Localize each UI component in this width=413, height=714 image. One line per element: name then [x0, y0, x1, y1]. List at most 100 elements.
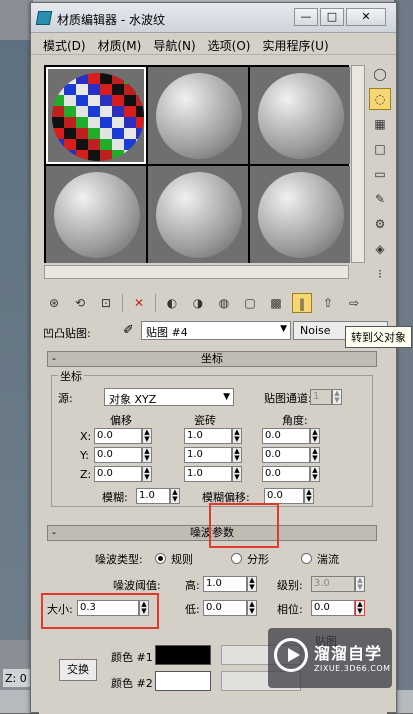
menu-navigation[interactable]: 导航(N)	[153, 37, 195, 53]
backlight-icon[interactable]: ◌	[369, 88, 391, 110]
swap-button[interactable]: 交换	[59, 659, 97, 681]
make-preview-icon[interactable]: ✎	[369, 188, 391, 210]
offset-spinner[interactable]: 0.0 ▲ ▼	[94, 466, 152, 482]
checker-cell	[100, 128, 112, 139]
axis-label: Y:	[80, 449, 89, 462]
checker-cell	[76, 117, 88, 128]
sample-slot-5[interactable]	[148, 166, 248, 263]
highlight-box-noise-params	[209, 503, 279, 548]
show-map-icon[interactable]: ▩	[266, 293, 286, 313]
map-name-field[interactable]: 贴图 #4 ▼	[141, 321, 291, 340]
blur-label: 模糊:	[102, 491, 128, 504]
angle-spinner[interactable]: 0.0 ▲ ▼	[262, 447, 320, 463]
color2-swatch[interactable]	[155, 671, 211, 691]
put-to-library-icon[interactable]: ◍	[214, 293, 234, 313]
angle-spinner[interactable]: 0.0 ▲ ▼	[262, 428, 320, 444]
blur-offset-spinner[interactable]: 0.0 ▲ ▼	[264, 488, 314, 504]
sample-slot-6[interactable]	[250, 166, 350, 263]
low-label: 低:	[185, 603, 200, 616]
background-icon[interactable]: ▦	[369, 113, 391, 135]
minimize-button[interactable]: —	[294, 8, 318, 26]
noise-type-turbulence-radio[interactable]	[301, 553, 312, 564]
map-name-value: 贴图 #4	[146, 326, 188, 339]
noise-type-fractal-radio[interactable]	[231, 553, 242, 564]
checker-cell	[124, 139, 136, 150]
menu-mode[interactable]: 模式(D)	[43, 37, 86, 53]
menu-utilities[interactable]: 实用程序(U)	[262, 37, 328, 53]
checker-cell	[52, 117, 64, 128]
slots-horizontal-scrollbar[interactable]	[44, 265, 349, 279]
source-select[interactable]: 对象 XYZ ▼	[104, 388, 234, 406]
window-title: 材质编辑器 - 水波纹	[57, 13, 165, 27]
get-material-icon[interactable]: ⊛	[44, 293, 64, 313]
eyedropper-icon[interactable]: ✐	[123, 323, 134, 338]
reset-map-icon[interactable]: ✕	[129, 293, 149, 313]
sample-type-icon[interactable]: ◯	[369, 63, 391, 85]
checker-cell	[112, 150, 124, 161]
close-button[interactable]: ✕	[346, 8, 386, 26]
offset-spinner[interactable]: 0.0 ▲ ▼	[94, 428, 152, 444]
maximize-button[interactable]: □	[320, 8, 344, 26]
select-by-material-icon[interactable]: ◈	[369, 238, 391, 260]
uv-tiling-icon[interactable]: □	[369, 138, 391, 160]
high-spinner[interactable]: 1.0 ▲ ▼	[203, 576, 257, 592]
low-value: 0.0	[206, 602, 222, 613]
sample-slot-2[interactable]	[148, 67, 248, 164]
checker-cell	[124, 128, 136, 139]
tiling-spinner-value: 1.0	[187, 468, 203, 479]
checker-cell	[88, 95, 100, 106]
show-end-result-icon[interactable]: ‖	[292, 293, 312, 313]
checker-cell	[100, 95, 112, 106]
toolbar-separator	[155, 294, 156, 312]
axis-label: X:	[80, 430, 91, 443]
checker-cell	[136, 106, 144, 117]
noise-type-regular-radio[interactable]	[155, 553, 166, 564]
checker-cell	[124, 117, 136, 128]
slots-vertical-scrollbar[interactable]	[351, 65, 365, 263]
tiling-spinner-value: 1.0	[187, 430, 203, 441]
tiling-spinner[interactable]: 1.0 ▲ ▼	[184, 447, 242, 463]
video-color-icon[interactable]: ▭	[369, 163, 391, 185]
tiling-spinner[interactable]: 1.0 ▲ ▼	[184, 466, 242, 482]
tiling-spinner[interactable]: 1.0 ▲ ▼	[184, 428, 242, 444]
axis-label-value: X:	[80, 430, 92, 443]
menu-options[interactable]: 选项(O)	[208, 37, 251, 53]
checker-cell	[100, 106, 112, 117]
put-to-scene-icon[interactable]: ⟲	[70, 293, 90, 313]
noise-threshold-label: 噪波阈值:	[113, 579, 161, 592]
z-coordinate-field[interactable]: Z: 0	[2, 668, 33, 688]
coordinates-rollout-header[interactable]: - 坐标	[47, 351, 377, 367]
go-to-parent-icon[interactable]: ⇧	[318, 293, 338, 313]
tiling-spinner-value: 1.0	[187, 449, 203, 460]
options-icon[interactable]: ⚙	[369, 213, 391, 235]
blur-spinner[interactable]: 1.0 ▲ ▼	[136, 488, 180, 504]
channel-spinner[interactable]: 1 ▲ ▼	[310, 389, 342, 405]
sample-slot-1[interactable]	[46, 67, 146, 164]
assign-to-selection-icon[interactable]: ⊡	[96, 293, 116, 313]
make-unique-icon[interactable]: ◑	[188, 293, 208, 313]
title-bar[interactable]: 材质编辑器 - 水波纹 — □ ✕	[31, 3, 396, 33]
axis-label-value: Y:	[80, 449, 89, 462]
low-spinner[interactable]: 0.0 ▲ ▼	[203, 600, 257, 616]
checker-cell	[52, 150, 64, 161]
coordinates-group: 坐标 源: 对象 XYZ ▼ 贴图通道: 1 ▲ ▼ 偏移 瓷砖 角度: X: 0.0…	[51, 368, 373, 507]
menu-material[interactable]: 材质(M)	[98, 37, 142, 53]
noise-type-fractal-label: 分形	[247, 553, 269, 566]
material-navigator-icon[interactable]: ⁝	[369, 263, 391, 285]
levels-spinner[interactable]: 3.0 ▲ ▼	[311, 576, 365, 592]
material-id-icon[interactable]: ▢	[240, 293, 260, 313]
source-label: 源:	[58, 392, 73, 405]
sample-slot-3[interactable]	[250, 67, 350, 164]
phase-spinner[interactable]: 0.0 ▲ ▼	[311, 600, 365, 616]
offset-spinner[interactable]: 0.0 ▲ ▼	[94, 447, 152, 463]
color1-swatch[interactable]	[155, 645, 211, 665]
bump-map-label: 凹凸贴图:	[43, 327, 91, 340]
phase-value: 0.0	[314, 602, 330, 613]
make-copy-icon[interactable]: ◐	[162, 293, 182, 313]
angle-spinner[interactable]: 0.0 ▲ ▼	[262, 466, 320, 482]
checker-cell	[136, 139, 144, 150]
angle-spinner-value: 0.0	[265, 449, 281, 460]
go-forward-icon[interactable]: ⇨	[344, 293, 364, 313]
sample-slots	[44, 65, 350, 263]
sample-slot-4[interactable]	[46, 166, 146, 263]
